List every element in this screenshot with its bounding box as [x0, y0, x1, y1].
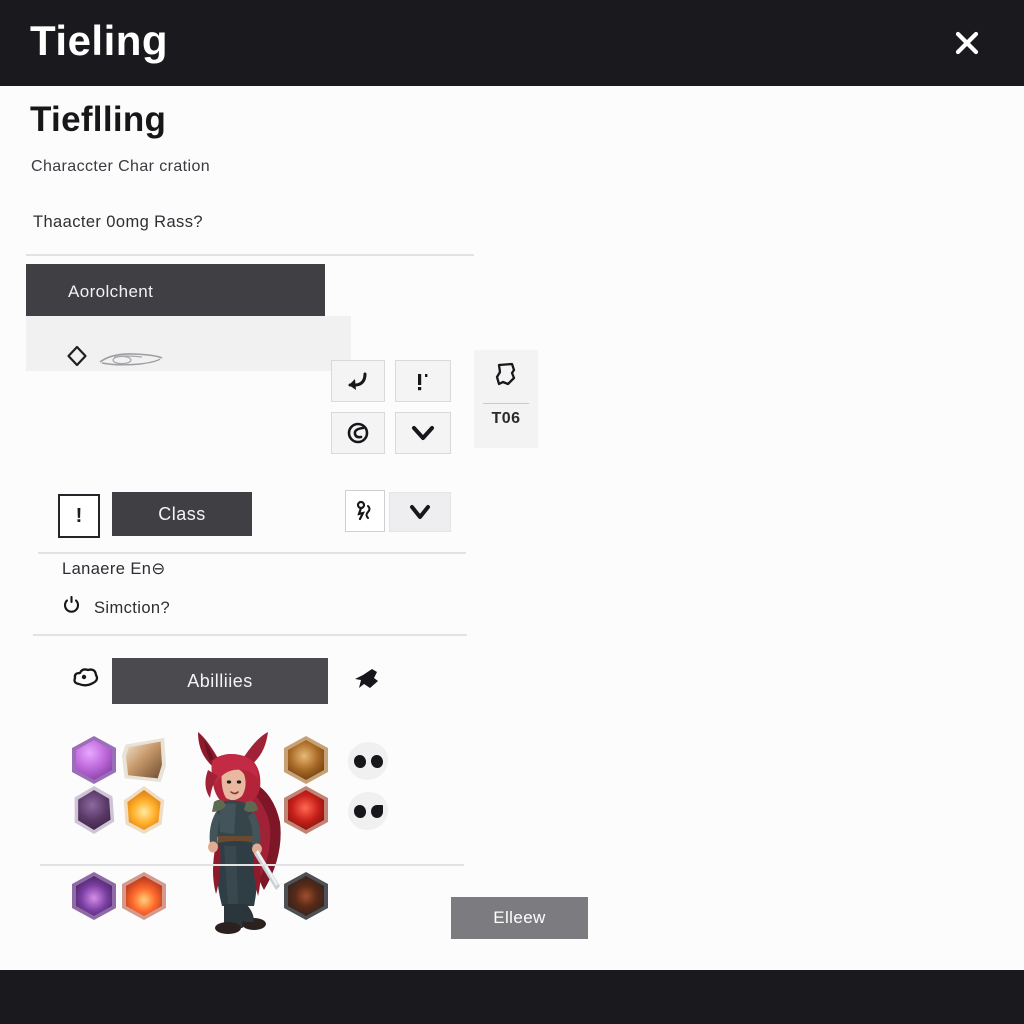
sketch-line-icon [96, 348, 166, 370]
language-line: Lanaere En⊖ [62, 560, 166, 578]
tiefling-character-portrait[interactable] [168, 726, 300, 938]
simulation-label: Simction? [94, 598, 171, 617]
simulation-row[interactable]: Simction? [62, 595, 171, 620]
window-footerbar [0, 970, 1024, 1024]
window-content: Tieflling Characcter Char cration Thaact… [0, 86, 1024, 970]
divider-bottom [40, 864, 464, 866]
divider-grid-top [33, 634, 467, 636]
window-title: Tieling [30, 17, 169, 64]
badge-dot [370, 754, 383, 768]
cloud-puff-icon [70, 664, 102, 692]
close-icon[interactable] [944, 20, 990, 66]
rune-scribble-icon-button[interactable] [345, 490, 385, 532]
gem-flame-amber[interactable] [123, 786, 165, 834]
badge-dot [353, 754, 366, 768]
divider-top [26, 254, 474, 256]
info-panel-code: T06 [491, 410, 521, 427]
class-button[interactable]: Class [112, 492, 252, 536]
class-chevron-down-icon-button[interactable] [389, 492, 451, 532]
class-warning-button[interactable]: ! [58, 494, 100, 538]
gem-void-purple[interactable] [72, 872, 116, 920]
exclamation-icon-button[interactable] [395, 360, 451, 402]
badge-dot [353, 804, 366, 818]
spiral-swirl-icon-button[interactable] [331, 412, 385, 454]
abilities-button[interactable]: Abilliies [112, 658, 328, 704]
gem-shadow-plum[interactable] [74, 786, 115, 834]
divider-middle [38, 552, 466, 554]
badge-leaf-dot [370, 804, 383, 818]
info-panel-separator [483, 403, 529, 404]
badge-twin-dots[interactable] [348, 742, 388, 780]
power-circle-icon [62, 595, 81, 620]
badge-dot-leaf[interactable] [348, 792, 388, 830]
flag-arrow-icon[interactable] [350, 664, 382, 696]
shield-outline-icon [491, 360, 521, 395]
page-title: Tieflling [30, 100, 167, 139]
alignment-label: Aorolchent [68, 282, 154, 301]
character-creation-window: Tieling Tieflling Characcter Char cratio… [0, 0, 1024, 1024]
diamond-outline-icon [66, 345, 88, 367]
gem-ember-crimson[interactable] [122, 872, 166, 920]
window-titlebar: Tieling [0, 0, 1024, 86]
arrow-hook-icon-button[interactable] [331, 360, 385, 402]
review-button[interactable]: Elleew [451, 897, 588, 939]
gem-scroll-parchment[interactable] [122, 737, 166, 783]
page-question: Thaacter 0omg Rass? [33, 213, 203, 231]
info-panel[interactable]: T06 [474, 350, 538, 448]
gem-arcane-violet[interactable] [72, 736, 116, 784]
page-subtitle: Characcter Char cration [31, 158, 211, 175]
chevron-down-icon-button[interactable] [395, 412, 451, 454]
